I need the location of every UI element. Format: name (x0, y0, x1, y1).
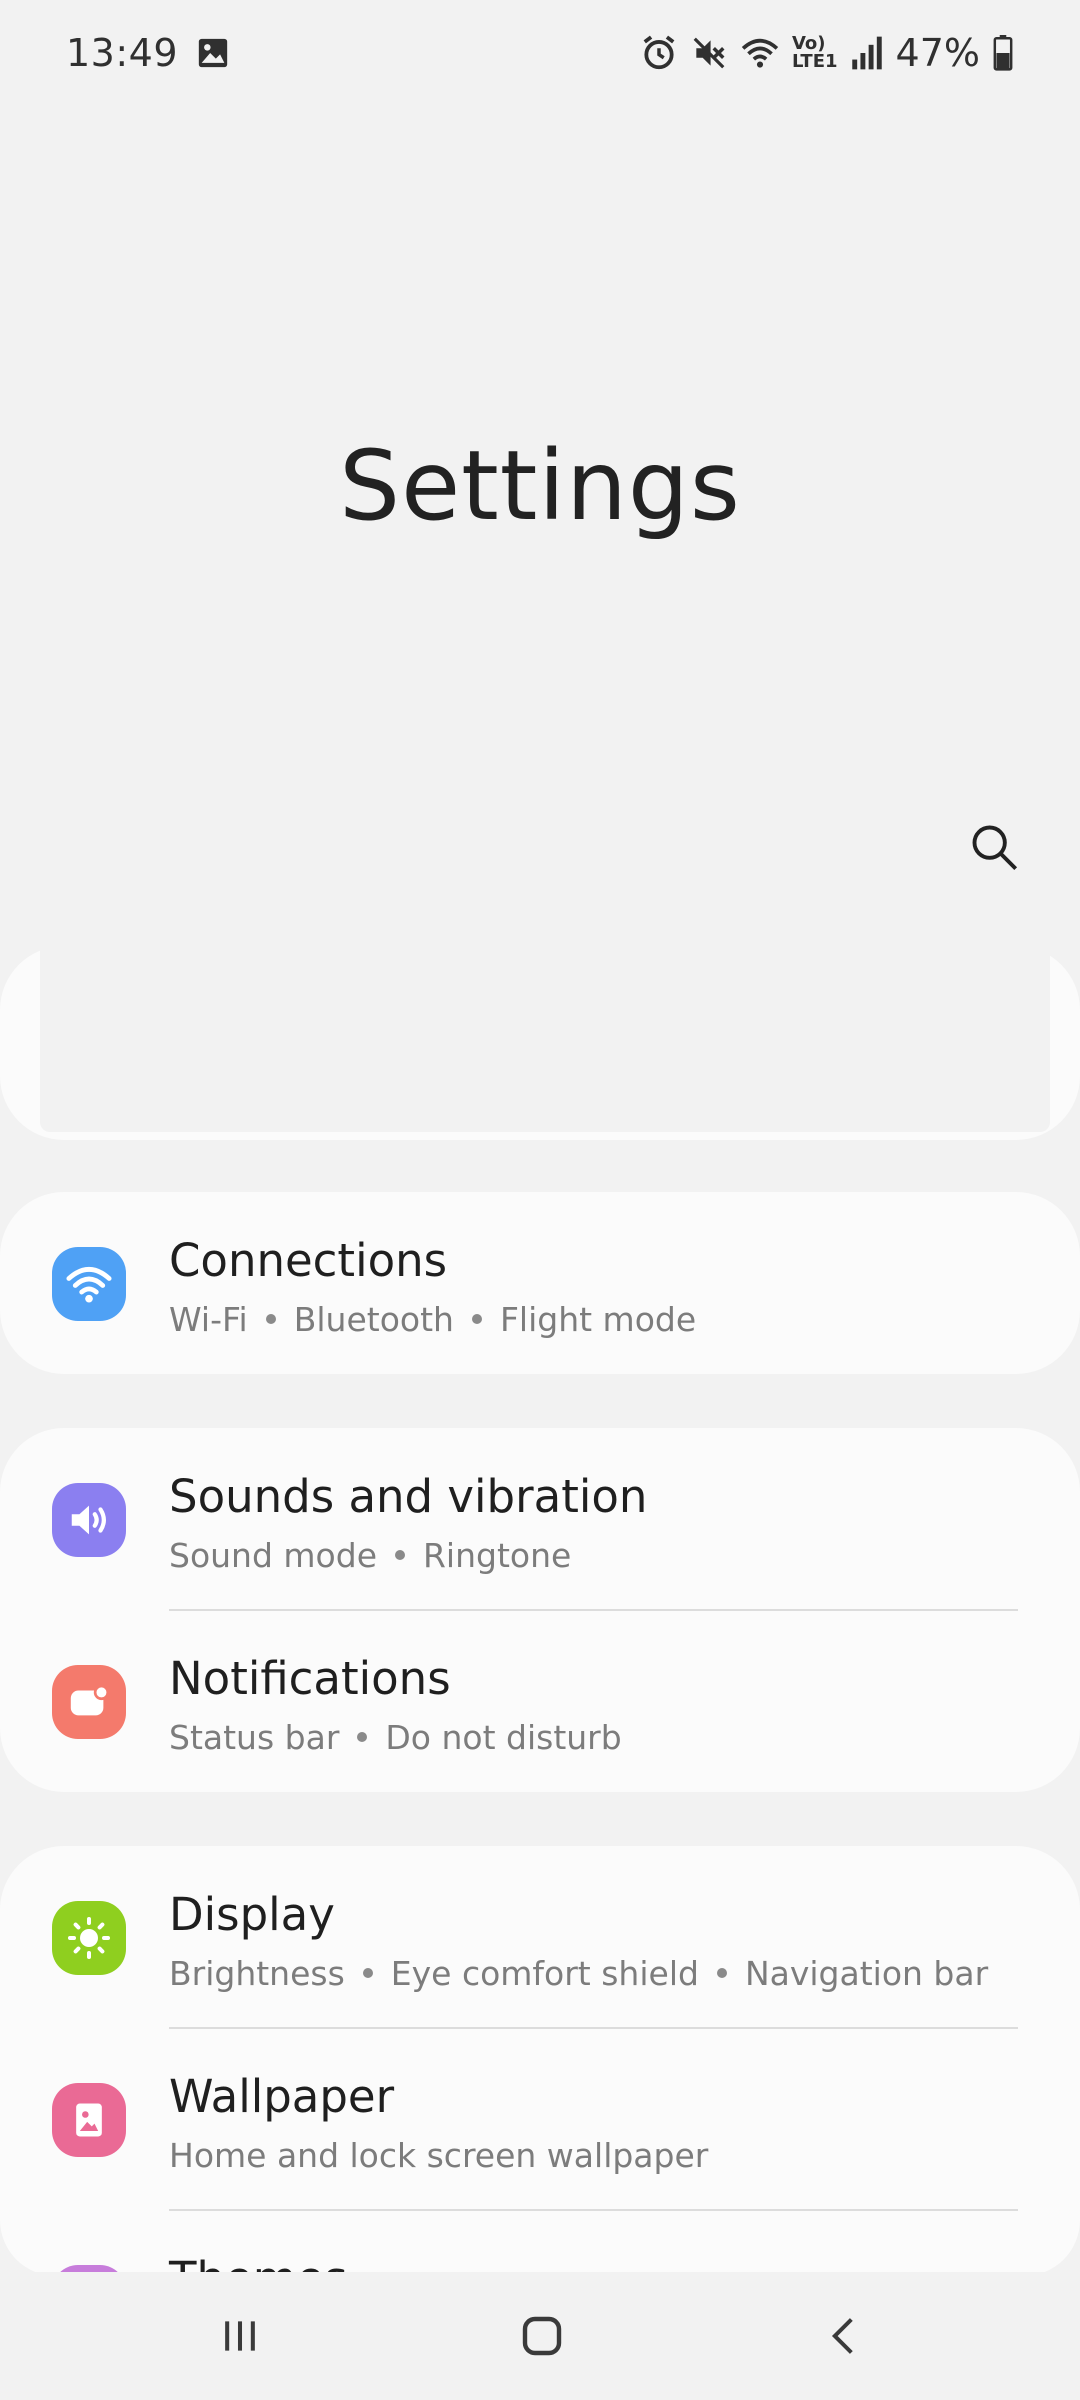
signal-icon (850, 35, 884, 71)
separator-dot (471, 1313, 482, 1324)
recent-apps-button[interactable] (180, 2272, 300, 2400)
back-icon (831, 2318, 853, 2354)
account-card-placeholder (40, 946, 1050, 1132)
item-title: Display (169, 1888, 335, 1941)
separator-dot (362, 1967, 373, 1978)
wifi-icon (740, 34, 780, 72)
navigation-bar (0, 2272, 1080, 2400)
gallery-icon (196, 36, 230, 70)
settings-item-themes[interactable]: Themes (0, 2210, 1080, 2276)
status-bar: 13:49 Vo) LTE1 47% (0, 0, 1080, 106)
account-card[interactable] (0, 946, 1080, 1140)
item-subtitle: Home and lock screen wallpaper (169, 2136, 709, 2175)
item-subtitle: Sound mode Ringtone (169, 1536, 572, 1575)
brightness-icon (52, 1901, 126, 1975)
separator-dot (716, 1967, 727, 1978)
recent-apps-icon (225, 2321, 255, 2351)
settings-item-sounds[interactable]: Sounds and vibration Sound mode Ringtone (0, 1428, 1080, 1610)
wifi-icon (52, 1247, 126, 1321)
volte-icon: Vo) LTE1 (791, 33, 838, 72)
settings-item-display[interactable]: Display Brightness Eye comfort shield Navi… (0, 1846, 1080, 2028)
battery-percent: 47% (895, 31, 980, 75)
display-card: Display Brightness Eye comfort shield Navi… (0, 1846, 1080, 2276)
alarm-icon (640, 34, 678, 72)
search-button[interactable] (965, 818, 1023, 876)
status-time: 13:49 (66, 31, 179, 75)
item-title: Sounds and vibration (169, 1470, 648, 1523)
item-title: Notifications (169, 1652, 451, 1705)
separator-dot (265, 1313, 276, 1324)
wallpaper-icon (52, 2083, 126, 2157)
home-icon (522, 2316, 562, 2356)
mute-icon (690, 34, 728, 72)
settings-item-wallpaper[interactable]: Wallpaper Home and lock screen wallpaper (0, 2028, 1080, 2210)
back-button[interactable] (784, 2272, 904, 2400)
connections-card: Connections Wi-Fi Bluetooth Flight mode (0, 1192, 1080, 1374)
settings-screen: 13:49 Vo) LTE1 47% Settings Connections … (0, 0, 1080, 2400)
page-title: Settings (339, 430, 741, 542)
item-subtitle: Status bar Do not disturb (169, 1718, 622, 1757)
item-subtitle: Brightness Eye comfort shield Navigation b… (169, 1954, 989, 1993)
battery-icon (992, 35, 1014, 71)
separator-dot (395, 1549, 405, 1560)
item-title: Connections (169, 1234, 448, 1287)
notification-icon (52, 1665, 126, 1739)
settings-item-connections[interactable]: Connections Wi-Fi Bluetooth Flight mode (0, 1192, 1080, 1374)
home-button[interactable] (482, 2272, 602, 2400)
settings-item-notifications[interactable]: Notifications Status bar Do not disturb (0, 1610, 1080, 1792)
item-subtitle: Wi-Fi Bluetooth Flight mode (169, 1300, 697, 1339)
speaker-icon (52, 1483, 126, 1557)
search-icon (972, 825, 1018, 871)
sounds-notifications-card: Sounds and vibration Sound mode Ringtone … (0, 1428, 1080, 1792)
item-title: Wallpaper (169, 2070, 395, 2123)
separator-dot (357, 1731, 368, 1742)
